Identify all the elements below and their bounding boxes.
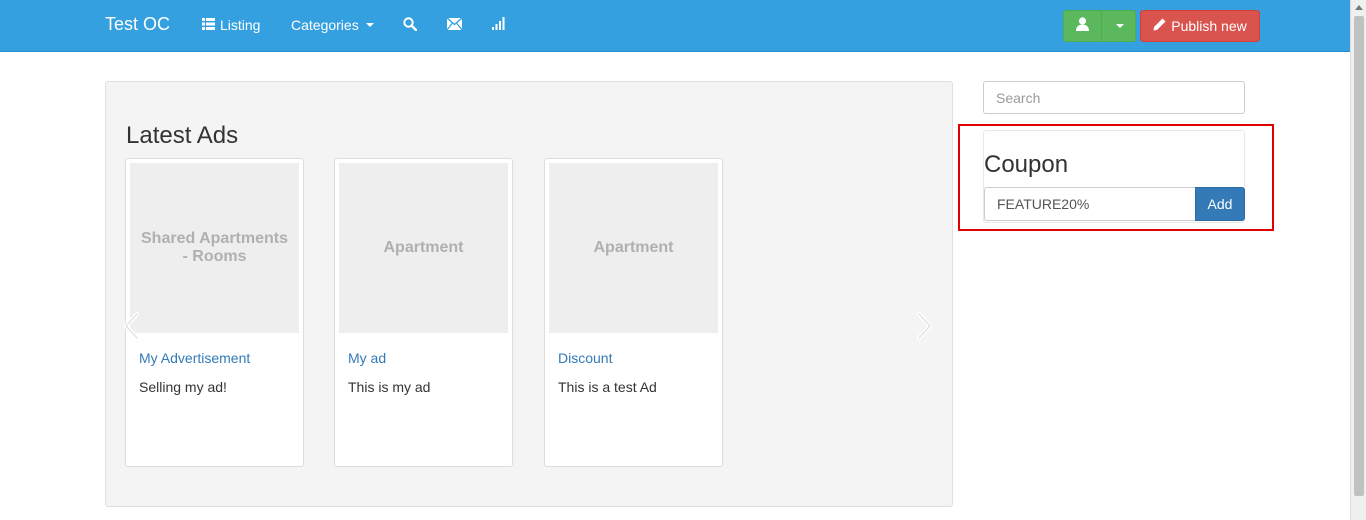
user-menu-button[interactable]: [1063, 10, 1136, 42]
scroll-up-arrow-icon[interactable]: [1355, 5, 1363, 10]
user-dropdown-toggle[interactable]: [1102, 11, 1135, 41]
carousel-prev-button[interactable]: [122, 311, 142, 341]
publish-new-button[interactable]: Publish new: [1140, 10, 1260, 42]
latest-ads-section: Latest Ads Shared Apartments - Rooms My …: [105, 81, 953, 507]
top-navbar: Test OC Listing Categories Publish new: [0, 0, 1350, 52]
nav-categories-label: Categories: [291, 17, 359, 33]
chevron-down-icon: [1115, 24, 1124, 28]
ad-description: This is a test Ad: [558, 379, 657, 395]
envelope-icon: [446, 17, 463, 33]
ad-card[interactable]: Shared Apartments - Rooms My Advertiseme…: [125, 158, 304, 467]
coupon-panel: Coupon Add: [983, 130, 1245, 223]
search-input[interactable]: [983, 81, 1245, 114]
search-icon: [403, 17, 418, 34]
ad-description: Selling my ad!: [139, 379, 227, 395]
ad-title-link[interactable]: My Advertisement: [139, 350, 250, 366]
user-icon: [1076, 16, 1089, 36]
brand-link[interactable]: Test OC: [105, 14, 170, 35]
coupon-code-input[interactable]: [984, 187, 1195, 221]
ad-image-placeholder[interactable]: Apartment: [339, 163, 508, 333]
ad-description: This is my ad: [348, 379, 431, 395]
user-button[interactable]: [1064, 11, 1102, 41]
nav-listing[interactable]: Listing: [202, 17, 260, 33]
latest-ads-heading: Latest Ads: [126, 122, 239, 149]
chevron-left-icon: [122, 312, 142, 345]
nav-categories[interactable]: Categories: [291, 17, 374, 33]
ad-image-placeholder[interactable]: Apartment: [549, 163, 718, 333]
nav-search[interactable]: [403, 17, 418, 34]
nav-stats[interactable]: [492, 17, 506, 33]
coupon-heading: Coupon: [984, 151, 1069, 178]
pencil-icon: [1153, 18, 1166, 34]
chevron-down-icon: [365, 23, 374, 27]
add-coupon-button[interactable]: Add: [1195, 187, 1245, 221]
ad-card[interactable]: Apartment My ad This is my ad: [334, 158, 513, 467]
nav-listing-label: Listing: [220, 17, 261, 33]
carousel-next-button[interactable]: [914, 311, 934, 341]
publish-new-label: Publish new: [1171, 18, 1247, 34]
ad-card[interactable]: Apartment Discount This is a test Ad: [544, 158, 723, 467]
page-scrollbar[interactable]: [1350, 0, 1366, 520]
nav-messages[interactable]: [446, 17, 463, 33]
chevron-right-icon: [914, 312, 934, 345]
signal-icon: [492, 17, 506, 33]
ad-title-link[interactable]: Discount: [558, 350, 612, 366]
ad-title-link[interactable]: My ad: [348, 350, 386, 366]
list-icon: [202, 17, 215, 33]
ad-image-placeholder[interactable]: Shared Apartments - Rooms: [130, 163, 299, 333]
scrollbar-thumb[interactable]: [1354, 16, 1364, 496]
